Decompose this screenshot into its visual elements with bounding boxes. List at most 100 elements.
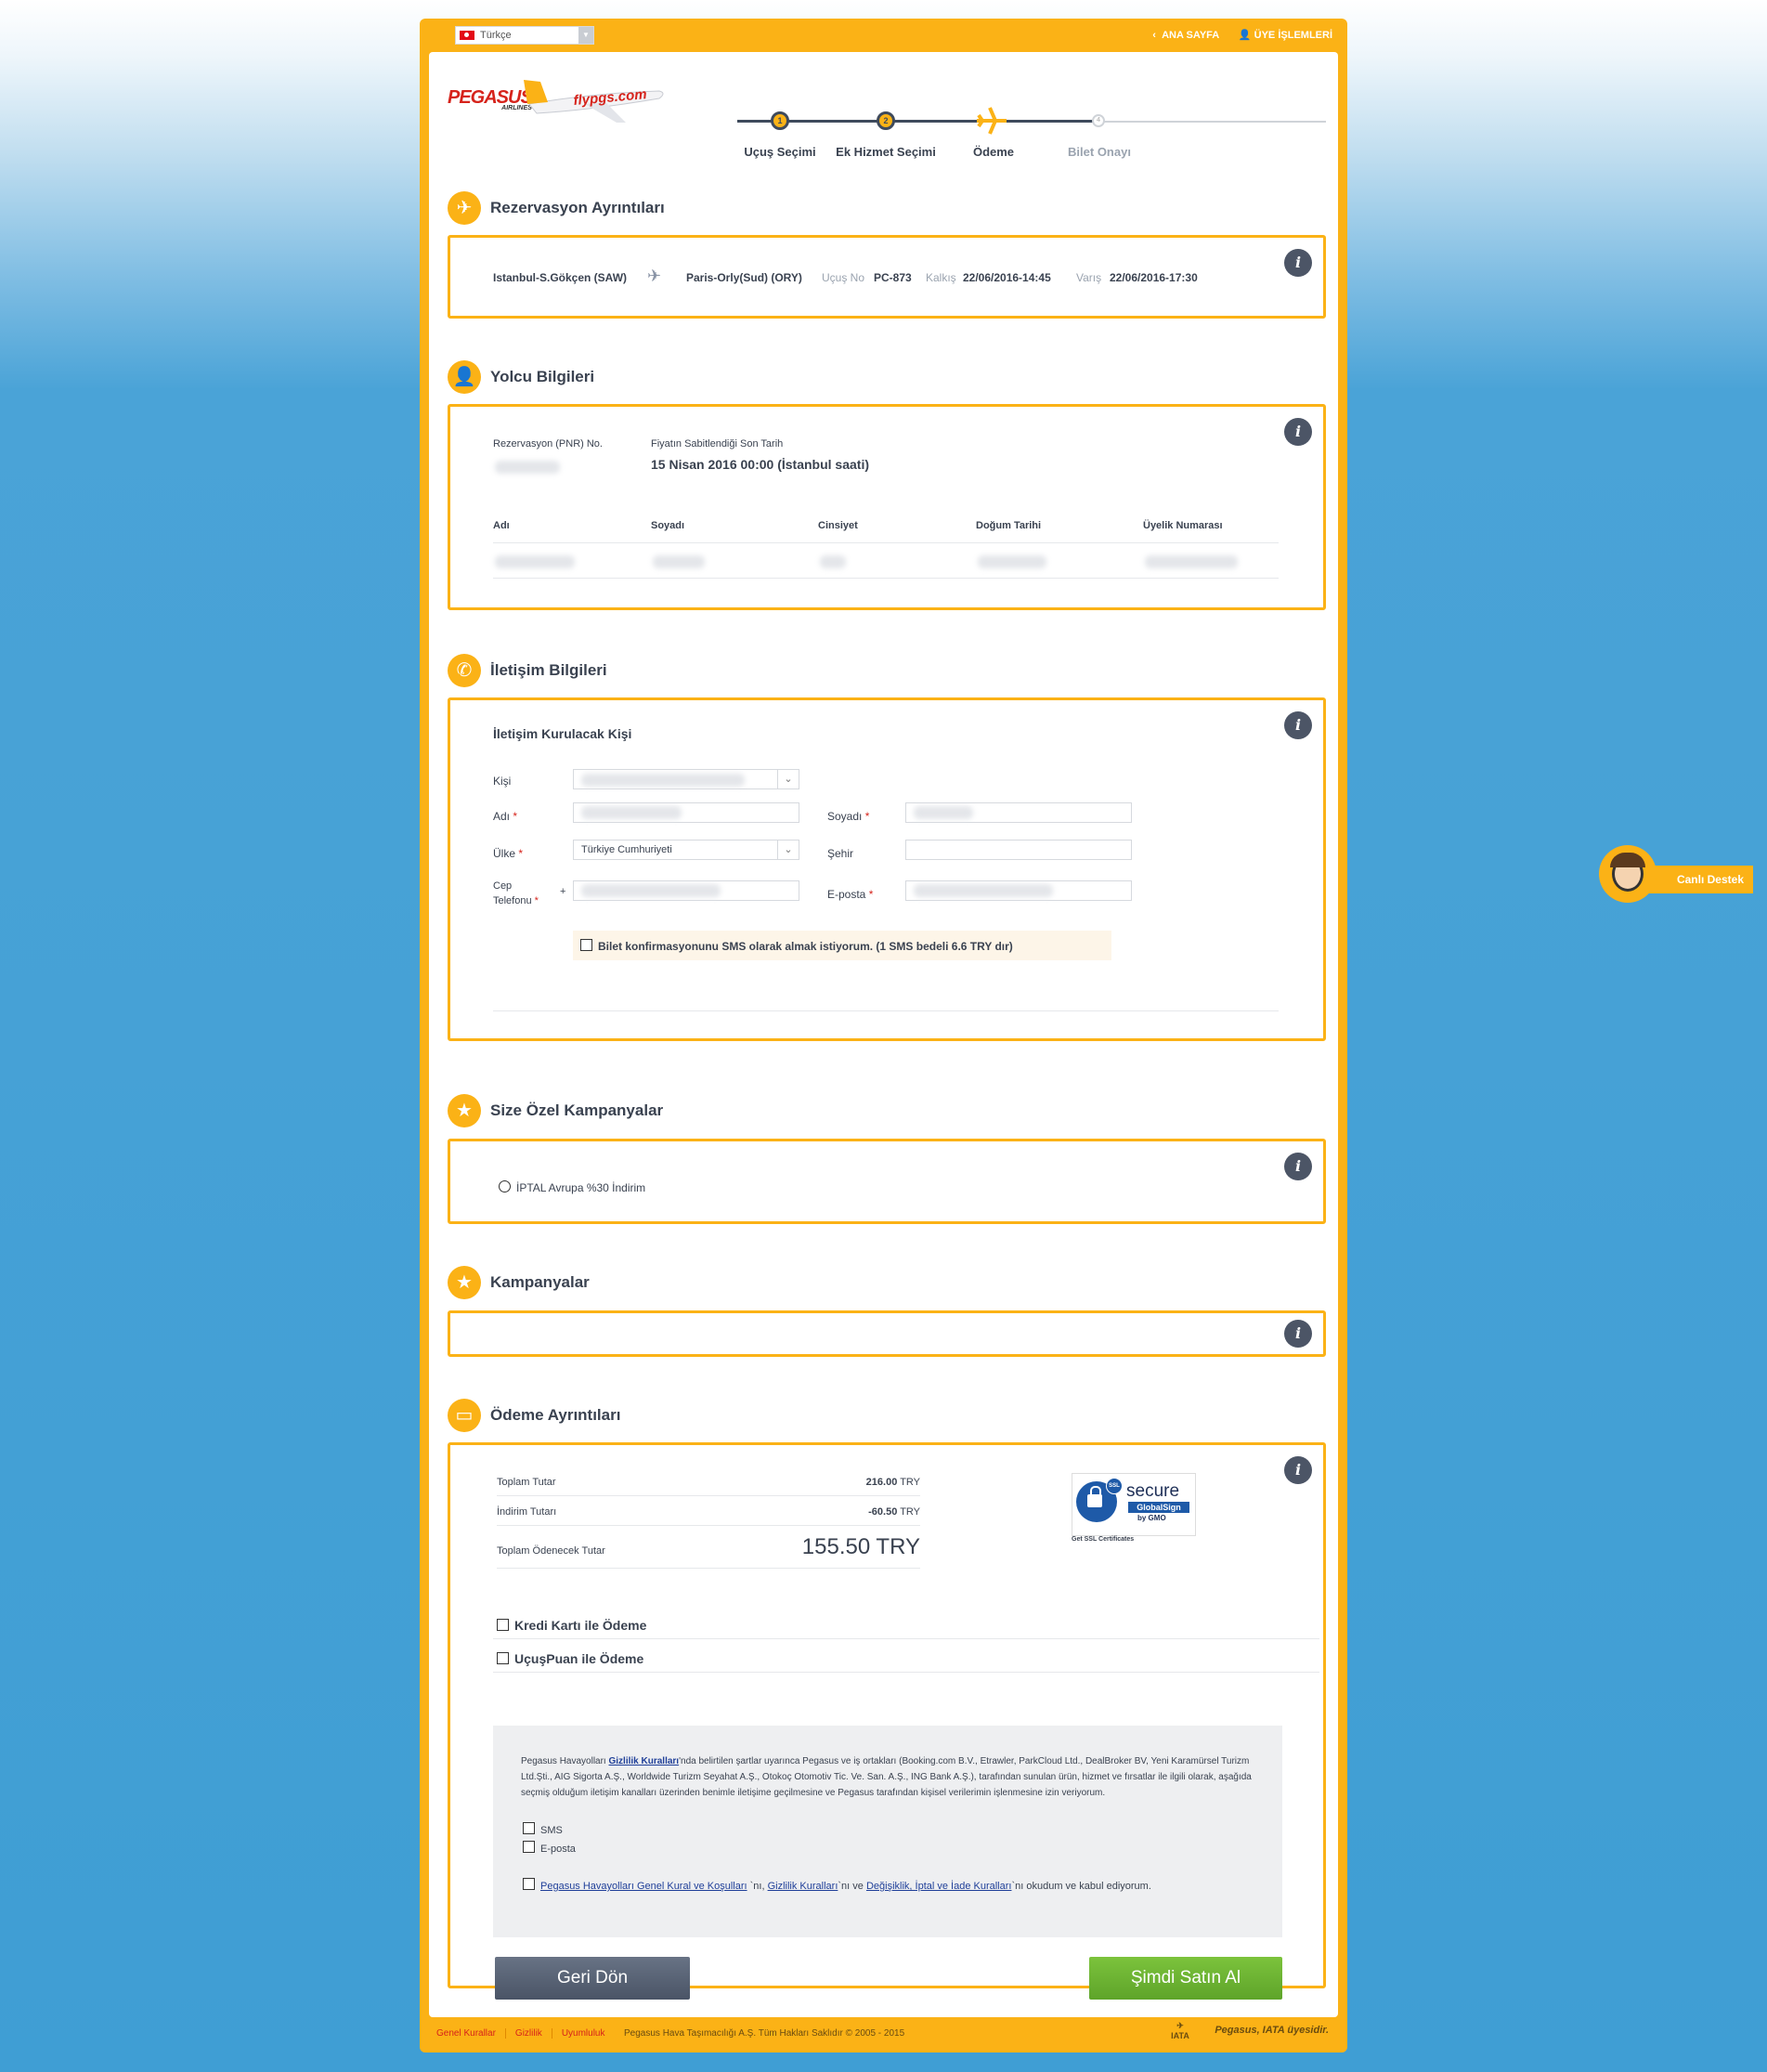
- person-label: Kişi: [493, 775, 512, 788]
- info-icon[interactable]: i: [1284, 418, 1312, 446]
- consent-sms-option[interactable]: SMS: [523, 1822, 563, 1836]
- campaign-option[interactable]: İPTAL Avrupa %30 İndirim: [499, 1180, 645, 1194]
- chevron-down-icon[interactable]: ⌄: [777, 770, 799, 788]
- discount-value: -60.50 TRY: [868, 1506, 920, 1518]
- svg-text:flypgs.com: flypgs.com: [573, 86, 647, 109]
- sms-confirmation-option[interactable]: Bilet konfirmasyonunu SMS olarak almak i…: [573, 931, 1111, 960]
- language-label: Türkçe: [480, 30, 512, 41]
- info-icon[interactable]: i: [1284, 249, 1312, 277]
- language-select[interactable]: Türkçe ▼: [455, 26, 594, 45]
- name-label: Adı *: [493, 810, 518, 823]
- consent-panel: Pegasus Havayolları Gizlilik Kuralları'n…: [493, 1726, 1282, 1937]
- privacy-rules-link[interactable]: Gizlilik Kuralları: [768, 1881, 838, 1892]
- info-icon[interactable]: i: [1284, 1153, 1312, 1180]
- departure-label: Kalkış: [926, 271, 956, 284]
- deadline-label: Fiyatın Sabitlendiği Son Tarih: [651, 438, 784, 450]
- plane-progress-icon: [977, 107, 1007, 135]
- top-bar: Türkçe ▼ ‹ ANA SAYFA 👤 ÜYE İŞLEMLERİ: [420, 19, 1347, 52]
- info-icon[interactable]: i: [1284, 1456, 1312, 1484]
- points-option[interactable]: UçuşPuan ile Ödeme: [497, 1651, 643, 1666]
- pnr-value: [495, 461, 560, 474]
- campaign-radio[interactable]: [499, 1180, 511, 1192]
- ssl-badge: SSL: [1106, 1478, 1123, 1494]
- arrival-time: 22/06/2016-17:30: [1110, 271, 1198, 284]
- column-header: Cinsiyet: [818, 520, 858, 531]
- email-label: E-posta *: [827, 888, 874, 901]
- country-select[interactable]: Türkiye Cumhuriyeti ⌄: [573, 840, 799, 860]
- consent-email-checkbox[interactable]: [523, 1841, 535, 1853]
- person-select[interactable]: ⌄: [573, 769, 799, 789]
- country-label: Ülke *: [493, 847, 524, 860]
- passenger-box: i Rezervasyon (PNR) No. Fiyatın Sabitlen…: [448, 404, 1326, 610]
- iata-logo: ✈ IATA: [1171, 2021, 1189, 2040]
- pnr-label: Rezervasyon (PNR) No.: [493, 438, 603, 450]
- city-label: Şehir: [827, 847, 854, 860]
- contact-subtitle: İletişim Kurulacak Kişi: [493, 726, 632, 741]
- column-header: Adı: [493, 520, 510, 531]
- content-panel: PEGASUS AIRLINES flypgs.com 1 2 4 Uçuş Se…: [429, 52, 1338, 2017]
- home-link[interactable]: ‹ ANA SAYFA: [1152, 30, 1219, 41]
- buy-now-button[interactable]: Şimdi Satın Al: [1089, 1957, 1282, 2000]
- email-field[interactable]: [905, 880, 1132, 901]
- chevron-down-icon[interactable]: ⌄: [777, 841, 799, 859]
- step-2-dot: 2: [877, 111, 895, 130]
- footer-link[interactable]: Uyumluluk: [562, 2028, 615, 2039]
- terms-text: Pegasus Havayolları Genel Kural ve Koşul…: [523, 1878, 1256, 1895]
- phone-field[interactable]: [573, 880, 799, 901]
- ssl-seal[interactable]: SSL secure GlobalSign by GMO: [1072, 1473, 1196, 1536]
- origin: Istanbul-S.Gökçen (SAW): [493, 271, 628, 284]
- total-label: Toplam Tutar: [497, 1477, 556, 1488]
- info-icon[interactable]: i: [1284, 711, 1312, 739]
- privacy-link[interactable]: Gizlilik Kuralları: [609, 1756, 680, 1766]
- member-link[interactable]: 👤 ÜYE İŞLEMLERİ: [1239, 30, 1332, 41]
- arrival-label: Varış: [1076, 271, 1102, 284]
- credit-card-checkbox[interactable]: [497, 1619, 509, 1631]
- consent-text: Pegasus Havayolları Gizlilik Kuralları'n…: [521, 1756, 1252, 1798]
- credit-card-option[interactable]: Kredi Kartı ile Ödeme: [497, 1618, 646, 1633]
- passenger-member-no: [1145, 555, 1238, 568]
- booking-steps: 1 2 4 Uçuş Seçimi Ek Hizmet Seçimi Ödeme…: [737, 52, 1332, 163]
- ssl-caption: Get SSL Certificates: [1072, 1536, 1135, 1543]
- contact-box: i İletişim Kurulacak Kişi Kişi ⌄ Adı * S…: [448, 697, 1326, 1041]
- page-frame: Türkçe ▼ ‹ ANA SAYFA 👤 ÜYE İŞLEMLERİ PEG…: [420, 19, 1347, 2052]
- turkey-flag-icon: [460, 31, 474, 40]
- passenger-birthdate: [978, 555, 1046, 568]
- step-1-dot: 1: [771, 111, 789, 130]
- city-field[interactable]: [905, 840, 1132, 860]
- passenger-name: [495, 555, 575, 568]
- plane-icon: ✈: [448, 191, 481, 225]
- surname-field[interactable]: [905, 802, 1132, 823]
- star-icon: ★: [448, 1266, 481, 1299]
- live-support-widget[interactable]: Canlı Destek: [1599, 845, 1753, 903]
- terms-checkbox[interactable]: [523, 1878, 535, 1890]
- destination: Paris-Orly(Sud) (ORY): [686, 271, 802, 284]
- ssl-globalsign-text: GlobalSign: [1128, 1502, 1189, 1513]
- reservation-box: i Istanbul-S.Gökçen (SAW) ✈ Paris-Orly(S…: [448, 235, 1326, 319]
- passenger-gender: [820, 555, 846, 568]
- phone-prefix: +: [560, 886, 566, 897]
- sms-confirmation-checkbox[interactable]: [580, 939, 592, 951]
- back-button[interactable]: Geri Dön: [495, 1957, 690, 2000]
- footer: Genel Kurallar Gizlilik Uyumluluk Pegasus …: [420, 2017, 1347, 2052]
- consent-email-option[interactable]: E-posta: [523, 1841, 576, 1855]
- deadline-value: 15 Nisan 2016 00:00 (İstanbul saati): [651, 457, 869, 472]
- change-cancel-link[interactable]: Değişiklik, İptal ve İade Kuralları: [866, 1881, 1012, 1892]
- flight-no: PC-873: [874, 271, 912, 284]
- footer-link[interactable]: Genel Kurallar: [436, 2028, 506, 2039]
- payable-value: 155.50 TRY: [801, 1534, 920, 1559]
- terms-link[interactable]: Pegasus Havayolları Genel Kural ve Koşul…: [540, 1881, 747, 1892]
- column-header: Üyelik Numarası: [1143, 520, 1223, 531]
- passenger-surname: [653, 555, 705, 568]
- info-icon[interactable]: i: [1284, 1320, 1312, 1348]
- live-support-label[interactable]: Canlı Destek: [1645, 866, 1753, 893]
- consent-sms-checkbox[interactable]: [523, 1822, 535, 1834]
- chevron-down-icon[interactable]: ▼: [578, 27, 593, 44]
- phone-label: Cep Telefonu *: [493, 880, 539, 906]
- star-icon: ★: [448, 1094, 481, 1127]
- support-agent-icon[interactable]: [1599, 845, 1657, 903]
- person-icon: 👤: [448, 360, 481, 394]
- footer-link[interactable]: Gizlilik: [514, 2028, 552, 2039]
- name-field[interactable]: [573, 802, 799, 823]
- ssl-secure-text: secure: [1126, 1481, 1180, 1501]
- points-checkbox[interactable]: [497, 1652, 509, 1664]
